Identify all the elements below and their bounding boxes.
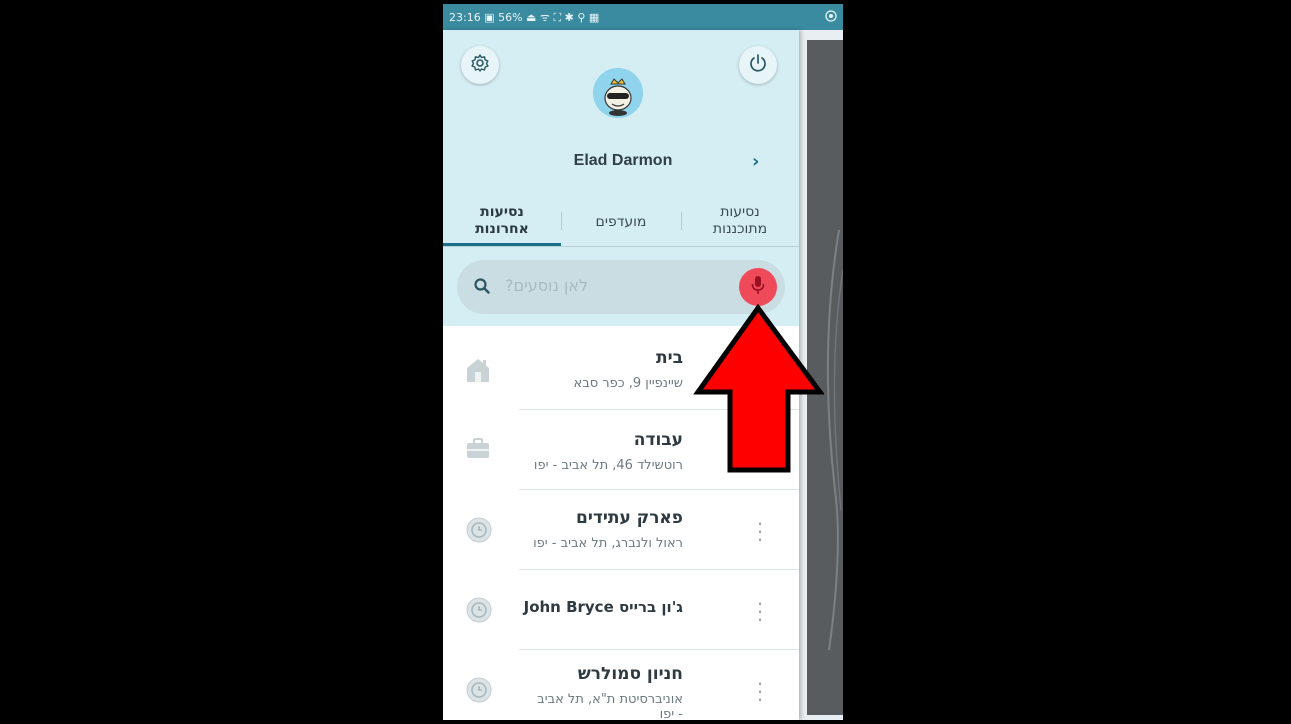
power-icon — [748, 53, 768, 77]
item-subtitle: רוטשילד 46, תל אביב - יפו — [533, 458, 683, 473]
tab-recent-trips[interactable]: נסיעות אחרונות — [443, 198, 561, 246]
list-item-recent[interactable]: חניון סמולרש אוניברסיטת ת"א, תל אביב - י… — [443, 650, 799, 720]
status-bar-indicators: 23:16 ▣ 56% ⏏ ᯤ ⛶ ✱ ⚲ ▦ — [449, 10, 600, 24]
tab-label-line1: נסיעות — [480, 204, 524, 220]
phone-screen: 23:16 ▣ 56% ⏏ ᯤ ⛶ ✱ ⚲ ▦ Elad Darmon › נס… — [443, 4, 843, 720]
tab-label-line1: נסיעות — [720, 204, 760, 220]
tab-favorites[interactable]: מועדפים — [561, 198, 681, 246]
item-title: בית — [656, 348, 683, 368]
list-item-recent[interactable]: ג'ון ברייס John Bryce · · · — [443, 570, 799, 650]
tab-label-line2: אחרונות — [475, 221, 529, 237]
tab-label-line2: מתוכננות — [712, 221, 768, 237]
item-subtitle: שיינפיין 9, כפר סבא — [573, 376, 684, 391]
item-subtitle: ראול ולנברג, תל אביב - יפו — [533, 536, 683, 551]
item-title: חניון סמולרש — [577, 664, 683, 684]
drawer-header: Elad Darmon › נסיעות אחרונות מועדפים נסי… — [443, 30, 799, 326]
whatsapp-icon — [825, 9, 837, 25]
more-options-icon[interactable]: · · · — [753, 514, 767, 550]
settings-button[interactable] — [461, 46, 499, 84]
chevron-right-icon[interactable]: › — [752, 151, 759, 172]
microphone-icon — [749, 274, 767, 300]
red-arrow-annotation — [693, 304, 824, 473]
more-options-icon[interactable]: · · · — [753, 674, 767, 710]
active-tab-indicator — [443, 243, 561, 246]
voice-search-button[interactable] — [739, 268, 777, 306]
item-title: פארק עתידים — [575, 508, 683, 528]
clock-icon — [465, 676, 493, 708]
status-bar: 23:16 ▣ 56% ⏏ ᯤ ⛶ ✱ ⚲ ▦ — [443, 4, 843, 30]
gear-icon — [470, 53, 490, 77]
search-icon — [473, 277, 491, 299]
tab-label: מועדפים — [595, 214, 647, 230]
more-options-icon[interactable]: · · · — [753, 594, 767, 630]
tab-bar: נסיעות אחרונות מועדפים נסיעות מתוכננות — [443, 198, 799, 247]
waze-character-icon — [593, 68, 643, 118]
item-title: עבודה — [633, 430, 683, 450]
clock-icon — [465, 516, 493, 548]
user-name[interactable]: Elad Darmon — [543, 152, 703, 170]
home-icon — [465, 356, 491, 388]
power-button[interactable] — [739, 46, 777, 84]
item-subtitle: אוניברסיטת ת"א, תל אביב - יפו — [537, 692, 683, 720]
avatar[interactable] — [593, 68, 643, 118]
item-title: ג'ון ברייס John Bryce — [523, 598, 683, 616]
clock-icon — [465, 596, 493, 628]
list-item-recent[interactable]: פארק עתידים ראול ולנברג, תל אביב - יפו ·… — [443, 490, 799, 570]
search-input[interactable]: לאן נוסעים? — [505, 276, 588, 295]
tab-planned-trips[interactable]: נסיעות מתוכננות — [681, 198, 799, 246]
briefcase-icon — [465, 438, 491, 464]
